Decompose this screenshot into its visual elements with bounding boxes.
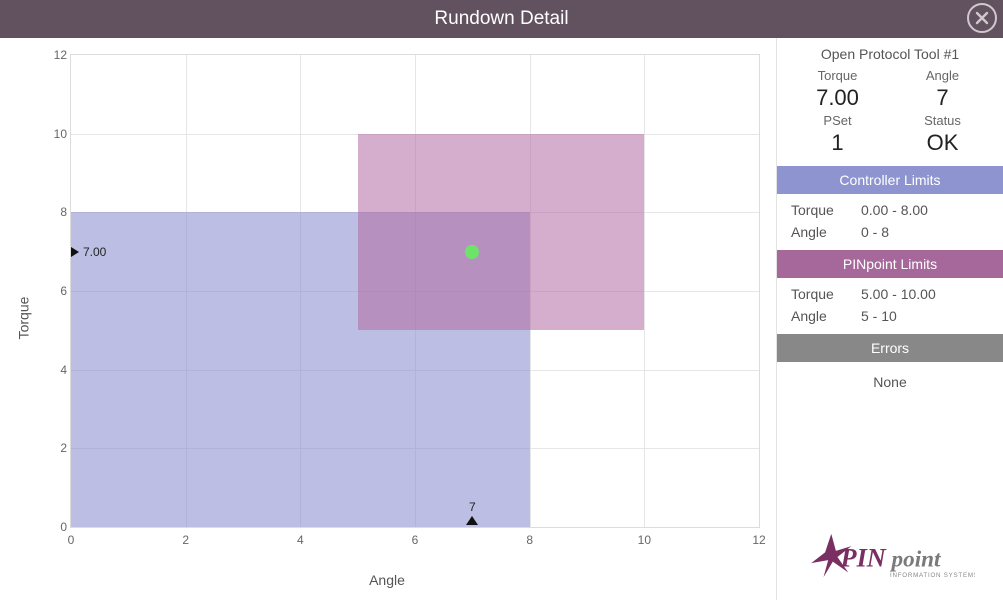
ctrl-angle-value: 0 - 8 xyxy=(861,224,989,240)
pset-label: PSet xyxy=(785,113,890,128)
tool-title: Open Protocol Tool #1 xyxy=(777,38,1003,66)
brand-logo: PIN point INFORMATION SYSTEMS xyxy=(777,518,1003,600)
stats-grid: Torque Angle 7.00 7 PSet Status 1 OK xyxy=(777,66,1003,166)
angle-value: 7 xyxy=(890,85,995,111)
brand-point: point xyxy=(890,546,942,572)
data-point xyxy=(465,245,479,259)
brand-pin: PIN xyxy=(840,543,887,572)
y-tick: 8 xyxy=(47,205,67,219)
side-panel: Open Protocol Tool #1 Torque Angle 7.00 … xyxy=(776,38,1003,600)
close-button[interactable] xyxy=(967,3,997,33)
chart-panel: Torque 0 2 4 6 8 10 12 0 2 4 6 8 10 12 7.00 7 Angle xyxy=(0,38,776,600)
x-tick: 6 xyxy=(412,533,419,547)
ctrl-torque-label: Torque xyxy=(791,202,861,218)
x-tick: 4 xyxy=(297,533,304,547)
controller-limits: Torque 0.00 - 8.00 Angle 0 - 8 xyxy=(777,194,1003,250)
x-tick: 0 xyxy=(68,533,75,547)
plot-area[interactable]: 0246810120246810127.007 xyxy=(70,54,760,528)
controller-limits-header: Controller Limits xyxy=(777,166,1003,194)
ctrl-angle-label: Angle xyxy=(791,224,861,240)
x-tick: 2 xyxy=(182,533,189,547)
errors-header: Errors xyxy=(777,334,1003,362)
x-tick: 12 xyxy=(752,533,765,547)
x-tick: 10 xyxy=(638,533,651,547)
x-axis-label: Angle xyxy=(6,572,768,588)
pset-value: 1 xyxy=(785,130,890,156)
pinpoint-region xyxy=(358,134,645,331)
y-tick: 12 xyxy=(47,48,67,62)
angle-label: Angle xyxy=(890,68,995,83)
status-label: Status xyxy=(890,113,995,128)
x-tick: 8 xyxy=(526,533,533,547)
y-tick: 0 xyxy=(47,520,67,534)
pin-angle-label: Angle xyxy=(791,308,861,324)
status-value: OK xyxy=(890,130,995,156)
torque-value: 7.00 xyxy=(785,85,890,111)
brand-tagline: INFORMATION SYSTEMS xyxy=(890,572,975,579)
titlebar: Rundown Detail xyxy=(0,0,1003,38)
y-tick: 10 xyxy=(47,127,67,141)
close-icon xyxy=(974,10,990,26)
y-marker: 7.00 xyxy=(73,245,106,259)
y-tick: 4 xyxy=(47,363,67,377)
y-axis-label: Torque xyxy=(15,297,31,340)
pin-torque-value: 5.00 - 10.00 xyxy=(861,286,989,302)
x-marker: 7 xyxy=(466,500,478,525)
pinpoint-limits: Torque 5.00 - 10.00 Angle 5 - 10 xyxy=(777,278,1003,334)
ctrl-torque-value: 0.00 - 8.00 xyxy=(861,202,989,218)
pin-angle-value: 5 - 10 xyxy=(861,308,989,324)
pin-torque-label: Torque xyxy=(791,286,861,302)
torque-label: Torque xyxy=(785,68,890,83)
errors-body: None xyxy=(777,362,1003,402)
window-title: Rundown Detail xyxy=(434,8,568,30)
y-tick: 2 xyxy=(47,441,67,455)
pinpoint-limits-header: PINpoint Limits xyxy=(777,250,1003,278)
y-tick: 6 xyxy=(47,284,67,298)
